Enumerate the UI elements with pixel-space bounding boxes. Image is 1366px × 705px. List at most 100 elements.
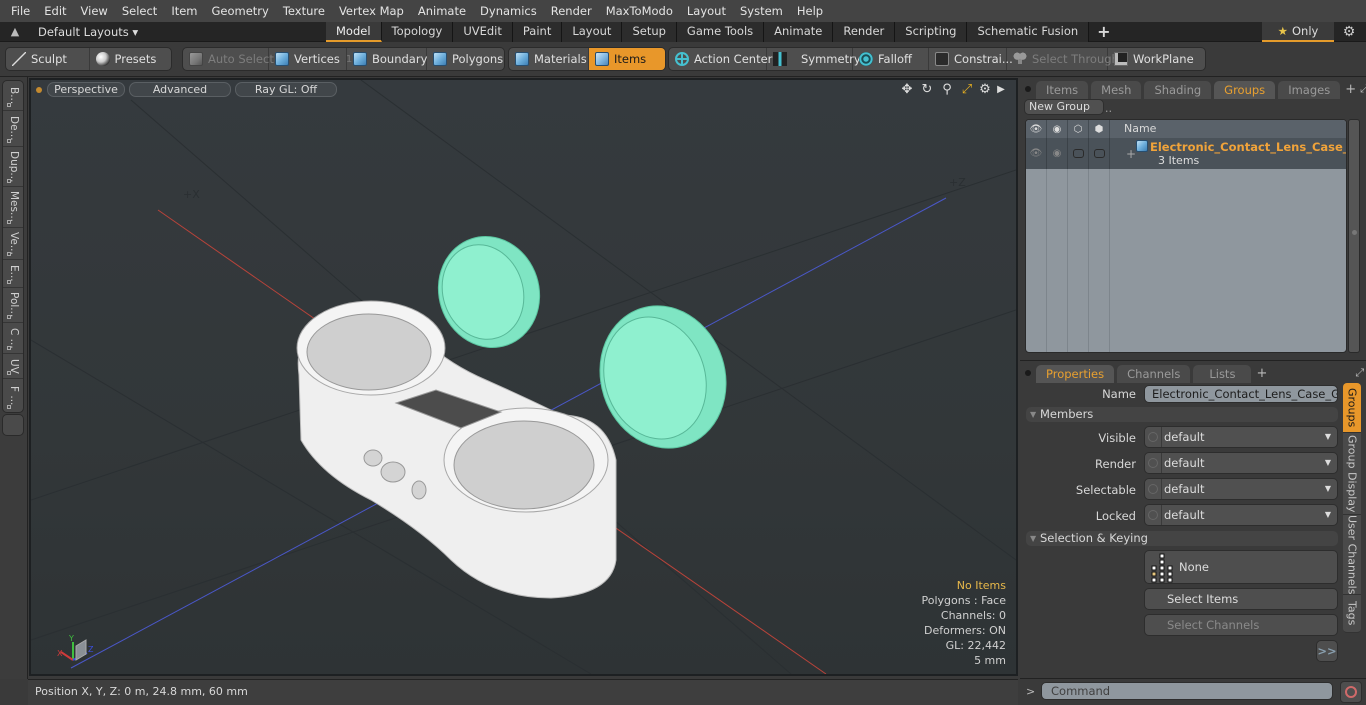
tab-items[interactable]: Items [1036,81,1089,99]
tab-channels[interactable]: Channels [1117,365,1191,383]
expand-icon[interactable]: ⤢ [1355,366,1364,380]
menu-geometry[interactable]: Geometry [205,0,276,22]
more-options-button[interactable]: >> [1316,640,1338,662]
menu-item[interactable]: Item [164,0,204,22]
tab-setup[interactable]: Setup [622,22,677,42]
left-tab-edge[interactable]: E... [3,260,23,288]
expand-group-icon[interactable]: + [1126,147,1136,161]
tab-schematic-fusion[interactable]: Schematic Fusion [967,22,1090,42]
move-view-icon[interactable]: ✥ [899,82,915,98]
menu-vertex-map[interactable]: Vertex Map [332,0,411,22]
select-channels-button[interactable]: Select Channels [1144,614,1338,636]
zoom-view-icon[interactable]: ⚲ [939,82,955,98]
name-column-header[interactable]: Name [1110,120,1156,138]
tab-topology[interactable]: Topology [381,22,454,42]
group-row[interactable]: 👁 ◉ + Electronic_Contact_Lens_Case_ ... … [1026,138,1346,169]
left-tab-uv[interactable]: UV [3,354,23,379]
side-tab-group-display[interactable]: Group Display [1343,433,1361,515]
lock-column-icon[interactable]: ⬡ [1068,120,1089,138]
expand-icon[interactable]: ⤢ [1360,82,1366,96]
side-tab-groups[interactable]: Groups [1343,383,1361,433]
selectable-dropdown[interactable]: default ▼ [1144,478,1338,500]
tab-game-tools[interactable]: Game Tools [676,22,765,42]
falloff-button[interactable]: Falloff [853,48,929,70]
lock-toggle[interactable] [1068,138,1089,169]
gear-icon[interactable]: ⚙ [1340,23,1358,41]
left-tab-fusion[interactable]: F ... [3,379,23,412]
presets-button[interactable]: Presets [90,48,172,70]
tab-render[interactable]: Render [833,22,896,42]
auto-select-button[interactable]: Auto Select [183,48,274,70]
tab-animate[interactable]: Animate [764,22,834,42]
panel-menu-dot[interactable] [1025,86,1031,92]
menu-edit[interactable]: Edit [37,0,73,22]
left-tab-polygon[interactable]: Pol... [3,288,23,323]
new-group-button[interactable]: New Group [1024,99,1104,115]
tab-images[interactable]: Images [1278,81,1341,99]
rotate-view-icon[interactable]: ↻ [919,82,935,98]
add-panel-tab-button[interactable]: + [1345,82,1356,97]
hierarchy-none-button[interactable]: None [1144,550,1338,584]
group-name[interactable]: Electronic_Contact_Lens_Case_ ... [1150,140,1346,154]
tab-mesh[interactable]: Mesh ... [1091,81,1142,115]
side-tab-user-channels[interactable]: User Channels [1343,515,1361,595]
menu-texture[interactable]: Texture [276,0,332,22]
visible-dropdown[interactable]: default ▼ [1144,426,1338,448]
eye-icon[interactable]: 👁 [1026,138,1047,169]
tab-uvedit[interactable]: UVEdit [453,22,513,42]
action-center-button[interactable]: Action Center [669,48,772,70]
fit-view-icon[interactable]: ⤢ [959,82,975,98]
select-column-icon[interactable]: ⬢ [1089,120,1110,138]
camera-icon[interactable]: ◉ [1047,138,1068,169]
tab-layout[interactable]: Layout [562,22,623,42]
viewport-gear-icon[interactable]: ⚙ [977,82,993,98]
items-button[interactable]: Items5 [589,48,665,70]
render-column-icon[interactable]: ◉ [1047,120,1068,138]
tab-scripting[interactable]: Scripting [895,22,968,42]
3d-viewport[interactable]: +X +Z X Y Z Perspective Advanced Ray GL:… [29,78,1018,676]
members-section-header[interactable]: ▼ Members [1026,407,1338,422]
left-tab-basic[interactable]: B... [3,81,23,111]
left-tab-curve[interactable]: C ... [3,323,23,354]
select-through-button[interactable]: Select Through [1007,48,1119,70]
viewport-menu-dot[interactable] [36,87,42,93]
add-tab-button[interactable]: + [1089,22,1118,42]
locked-dropdown[interactable]: default ▼ [1144,504,1338,526]
tab-properties[interactable]: Properties [1036,365,1115,383]
workplane-button[interactable]: WorkPlane [1108,48,1203,70]
left-tab-vertex[interactable]: Ve... [3,228,23,260]
symmetry-button[interactable]: Symmetry [767,48,861,70]
panel-menu-dot[interactable] [1025,370,1031,376]
left-mini-tab[interactable] [2,414,24,436]
menu-render[interactable]: Render [544,0,599,22]
group-name-input[interactable]: Electronic_Contact_Lens_Case_Green [1144,385,1338,403]
menu-dynamics[interactable]: Dynamics [473,0,544,22]
shading-mode-button[interactable]: Advanced [129,82,231,97]
left-tab-deform[interactable]: De... [3,111,23,147]
group-list-scrollbar[interactable] [1348,119,1360,353]
viewport-more-icon[interactable]: ▶ [993,82,1009,98]
select-items-button[interactable]: Select Items [1144,588,1338,610]
menu-view[interactable]: View [74,0,115,22]
menu-layout[interactable]: Layout [680,0,733,22]
sculpt-button[interactable]: Sculpt [6,48,90,70]
left-tab-duplicate[interactable]: Dup... [3,147,23,187]
command-input[interactable]: Command [1041,682,1333,700]
menu-help[interactable]: Help [790,0,830,22]
tab-shading[interactable]: Shading [1144,81,1212,99]
menu-file[interactable]: File [4,0,37,22]
selection-keying-section-header[interactable]: ▼ Selection & Keying [1026,531,1338,546]
collapse-up-icon[interactable]: ▲ [8,25,22,39]
menu-maxtomodo[interactable]: MaxToModo [599,0,680,22]
menu-system[interactable]: System [733,0,790,22]
raygl-button[interactable]: Ray GL: Off [235,82,337,97]
only-toggle[interactable]: ★ Only [1262,22,1334,42]
render-dropdown[interactable]: default ▼ [1144,452,1338,474]
view-mode-button[interactable]: Perspective [47,82,125,97]
visibility-column-icon[interactable]: 👁 [1026,120,1047,138]
side-tab-tags[interactable]: Tags [1343,595,1361,633]
layout-preset-dropdown[interactable]: Default Layouts ▾ [38,22,138,42]
add-panel-tab-button[interactable]: + [1256,366,1267,381]
tab-lists[interactable]: Lists [1193,365,1252,383]
left-tab-mesh-edit[interactable]: Mes... [3,187,23,228]
